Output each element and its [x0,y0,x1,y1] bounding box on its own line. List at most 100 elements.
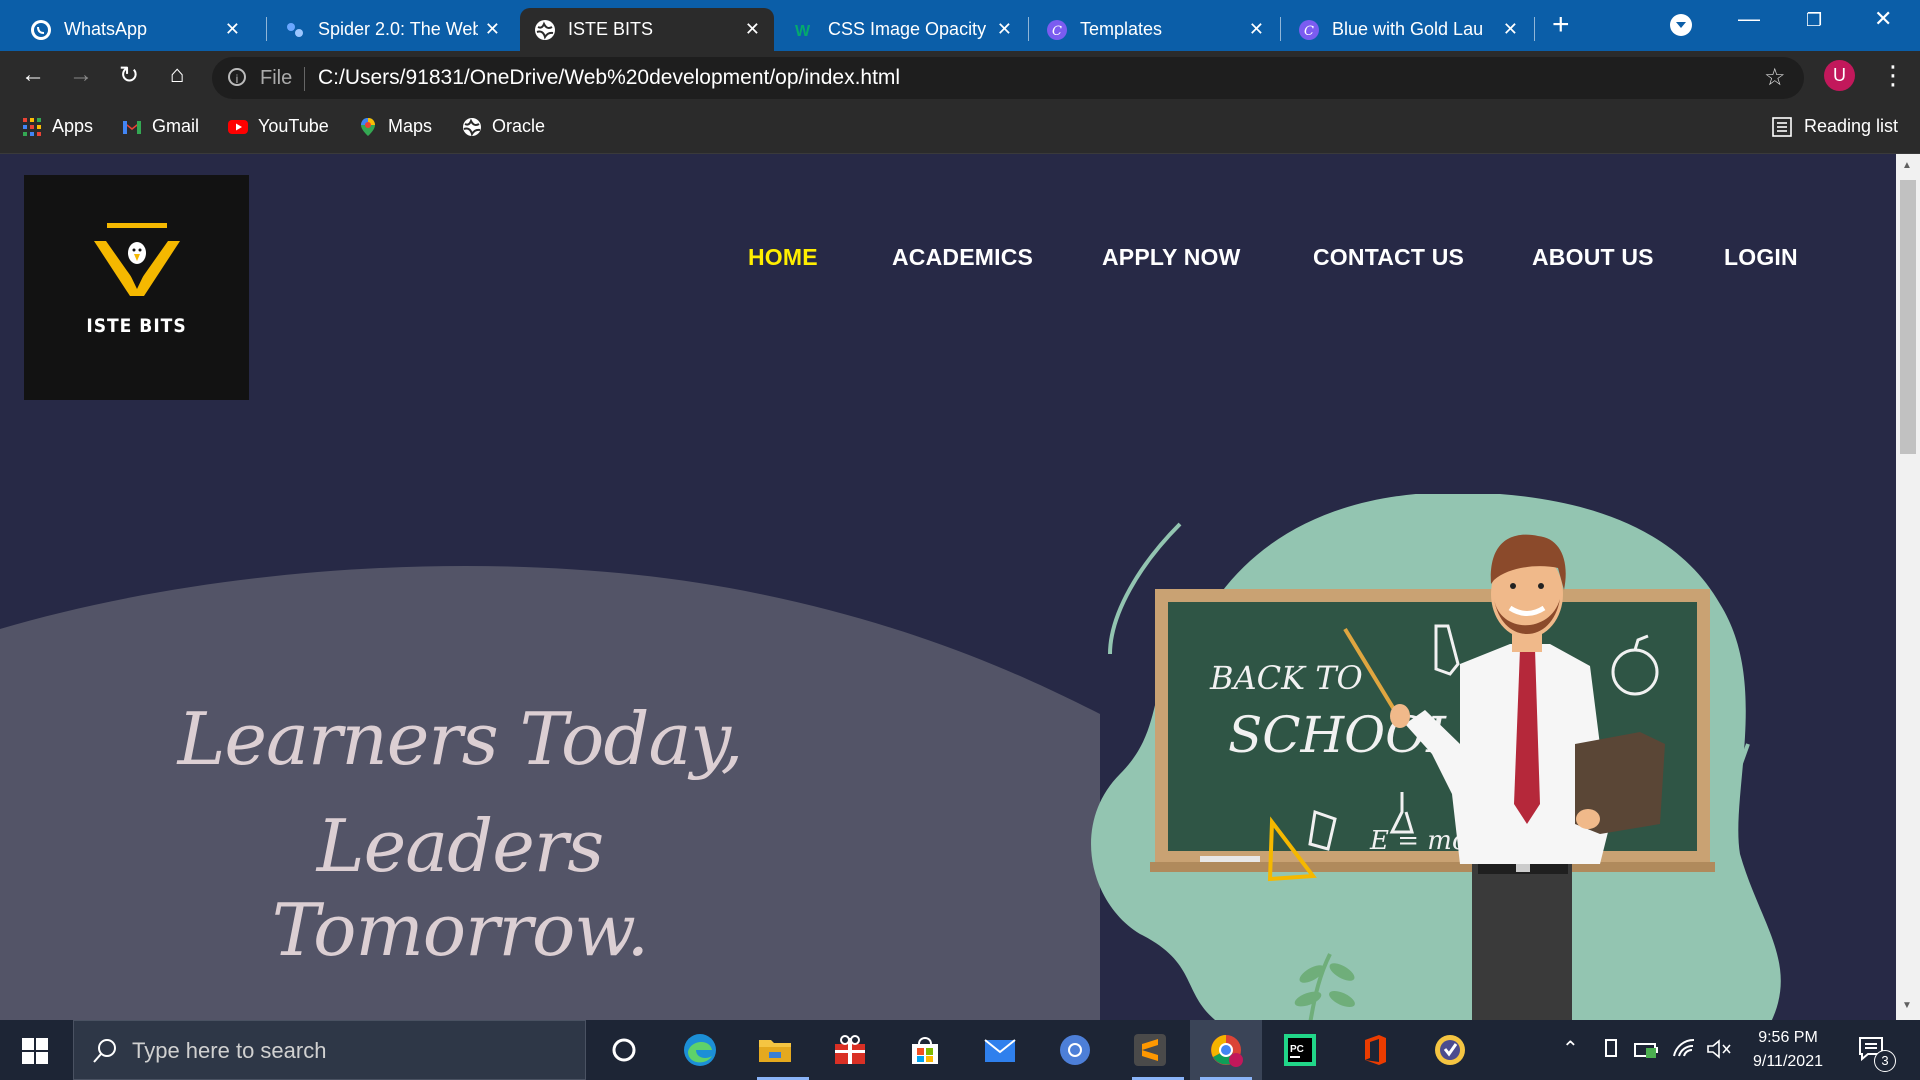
chrome-icon [1211,1035,1243,1067]
profile-avatar[interactable]: U [1824,60,1855,91]
tab-templates[interactable]: C Templates ✕ [1032,8,1278,51]
new-tab-button[interactable]: + [1552,8,1570,42]
tab-spider[interactable]: Spider 2.0: The Web ✕ [270,8,514,51]
nav-about-us[interactable]: ABOUT US [1532,244,1654,271]
close-tab-icon[interactable]: ✕ [225,19,240,40]
reading-list-label: Reading list [1804,116,1899,136]
svg-text:C: C [1052,24,1062,39]
svg-text:W: W [795,23,811,40]
hero-headline-line-2: Leaders Tomorrow. [271,804,650,972]
tab-title: WhatsApp [64,19,148,39]
battery-icon[interactable] [1634,1040,1660,1060]
svg-text:C: C [1304,24,1314,39]
home-icon[interactable]: ⌂ [160,61,194,89]
nav-academics[interactable]: ACADEMICS [892,244,1033,271]
reload-icon[interactable]: ↻ [112,61,146,90]
url-text[interactable]: C:/Users/91831/OneDrive/Web%20developmen… [318,66,900,90]
tab-search-icon[interactable] [1670,14,1692,36]
close-window-icon[interactable]: ✕ [1874,6,1892,32]
wifi-icon[interactable] [1672,1038,1698,1060]
clock-date: 9/11/2021 [1753,1053,1823,1070]
reading-list-button[interactable]: Reading list [1772,116,1898,137]
taskbar-search-box[interactable]: Type here to search [73,1020,586,1080]
bookmark-youtube[interactable]: YouTube [228,116,329,137]
tab-css-image-opacity[interactable]: W CSS Image Opacity ✕ [780,8,1026,51]
back-icon[interactable]: ← [16,61,50,89]
scrollbar-thumb[interactable] [1900,180,1916,454]
spider-icon [287,22,303,37]
close-tab-icon[interactable]: ✕ [745,19,760,40]
web-page: ISTE BITS HOME ACADEMICS APPLY NOW CONTA… [0,154,1896,1020]
tab-strip: WhatsApp ✕ Spider 2.0: The Web ✕ ISTE BI… [0,0,1920,51]
pycharm-icon[interactable]: PC [1282,1032,1318,1068]
chalk-text-1: BACK TO [1209,659,1363,697]
windows-start-icon[interactable] [22,1038,48,1064]
scroll-up-icon[interactable]: ▲ [1902,160,1912,171]
url-scheme-label: File [260,67,293,89]
bookmark-label: Gmail [152,116,200,136]
norton-icon[interactable] [1432,1032,1468,1068]
device-icon[interactable] [1600,1038,1622,1060]
nav-home[interactable]: HOME [748,244,818,271]
browser-toolbar: ← → ↻ ⌂ i File C:/Users/91831/OneDrive/W… [0,51,1920,105]
bookmark-star-icon[interactable]: ☆ [1764,63,1786,92]
bookmark-label: Maps [388,116,433,136]
chrome-taskbar-active[interactable] [1190,1020,1262,1080]
tab-blue-with-gold[interactable]: C Blue with Gold Laur ✕ [1284,8,1532,51]
bookmark-apps[interactable]: Apps [22,116,93,137]
nav-apply-now[interactable]: APPLY NOW [1102,244,1241,271]
scroll-down-icon[interactable]: ▼ [1902,1000,1912,1011]
tab-title: Templates [1080,19,1163,39]
notification-count-badge: 3 [1874,1050,1896,1072]
forward-icon[interactable]: → [64,61,98,89]
close-tab-icon[interactable]: ✕ [997,19,1012,40]
canva-icon: C [1299,19,1319,40]
gift-icon[interactable] [832,1032,868,1068]
windows-taskbar: Type here to search PC ⌃ 9:56 PM 9/11/20… [0,1020,1920,1080]
globe-icon [535,19,555,40]
file-explorer-icon[interactable] [757,1032,793,1068]
edge-icon[interactable] [682,1032,718,1068]
bookmarks-bar: Apps Gmail YouTube Maps Oracle Reading l… [0,105,1920,154]
office-icon[interactable] [1357,1032,1393,1068]
eagle-v-emblem-icon [94,223,180,296]
teacher-chalkboard-illustration: BACK TO SCHOOL E = mc2 [1091,494,1781,1020]
info-icon[interactable]: i [228,68,246,86]
show-hidden-icons-icon[interactable]: ⌃ [1562,1036,1579,1061]
menu-kebab-icon[interactable]: ⋮ [1880,60,1906,91]
bookmark-maps[interactable]: Maps [358,116,432,137]
close-tab-icon[interactable]: ✕ [1503,19,1518,40]
chrome-canary-icon[interactable] [1057,1032,1093,1068]
tab-title: CSS Image Opacity [828,19,987,39]
reading-list-icon [1772,116,1792,137]
address-bar[interactable]: i File C:/Users/91831/OneDrive/Web%20dev… [212,57,1804,99]
bookmark-oracle[interactable]: Oracle [462,116,545,137]
bookmark-gmail[interactable]: Gmail [122,116,199,137]
search-placeholder: Type here to search [132,1038,327,1063]
nav-login[interactable]: LOGIN [1724,244,1798,271]
system-clock[interactable]: 9:56 PM 9/11/2021 [1740,1026,1836,1074]
site-logo[interactable]: ISTE BITS [24,175,249,400]
tab-separator [1280,17,1281,41]
logo-text: ISTE BITS [86,315,187,337]
tab-title: ISTE BITS [568,19,654,39]
nav-contact-us[interactable]: CONTACT US [1313,244,1464,271]
close-tab-icon[interactable]: ✕ [1249,19,1264,40]
sublime-text-icon[interactable] [1132,1032,1168,1068]
w3schools-icon: W [795,23,811,40]
bookmark-label: Oracle [492,116,546,136]
tab-iste-bits[interactable]: ISTE BITS ✕ [520,8,774,51]
page-scrollbar[interactable]: ▲ ▼ [1896,154,1920,1020]
youtube-icon [228,119,248,134]
minimize-icon[interactable]: — [1738,6,1760,32]
mail-icon[interactable] [982,1032,1018,1068]
restore-icon[interactable]: ❐ [1806,10,1822,31]
cortana-icon[interactable] [606,1032,642,1068]
tab-whatsapp[interactable]: WhatsApp ✕ [16,8,254,51]
microsoft-store-icon[interactable] [907,1032,943,1068]
whatsapp-icon [31,19,51,40]
bookmark-label: YouTube [258,116,329,136]
close-tab-icon[interactable]: ✕ [485,19,500,40]
speaker-muted-icon[interactable] [1706,1038,1732,1060]
canva-icon: C [1047,19,1067,40]
